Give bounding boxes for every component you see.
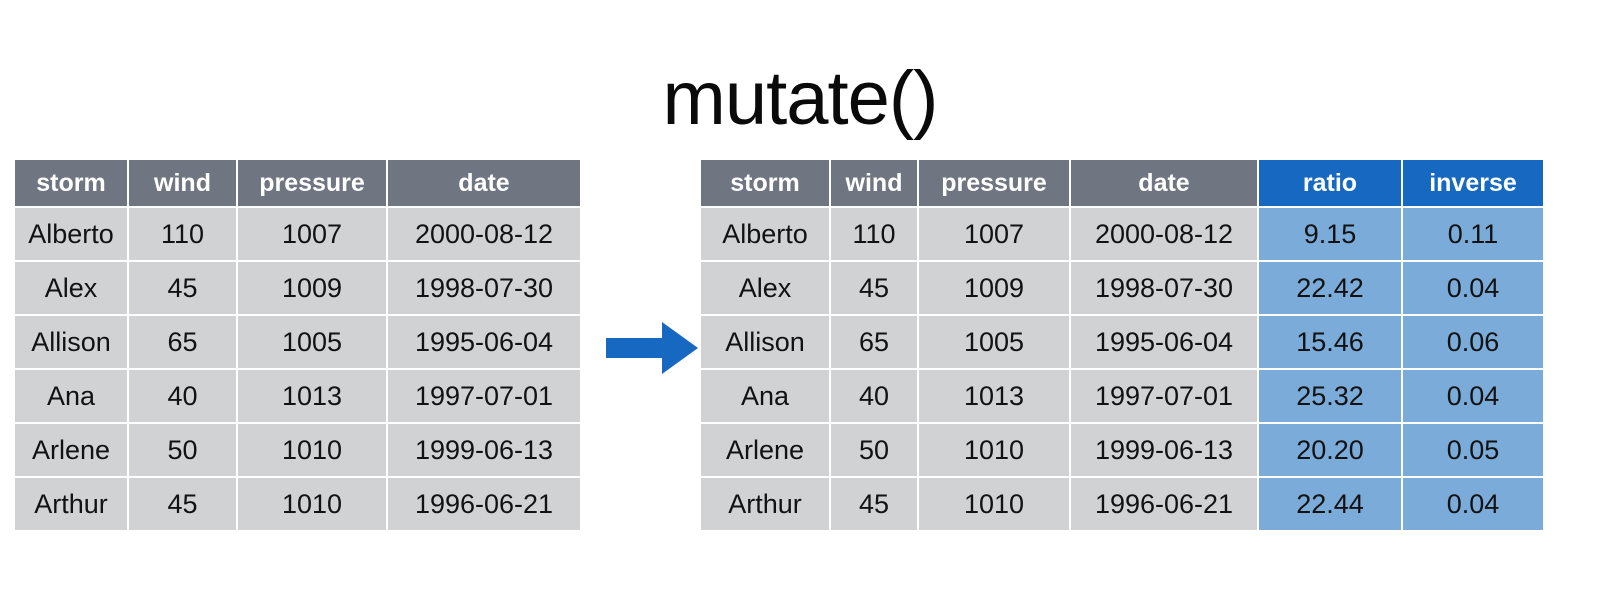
cell-pressure: 1013	[238, 370, 386, 422]
cell-date: 1995-06-04	[388, 316, 580, 368]
cell-pressure: 1007	[919, 208, 1069, 260]
cell-inverse: 0.04	[1403, 262, 1543, 314]
cell-inverse: 0.05	[1403, 424, 1543, 476]
table-row: Allison 65 1005 1995-06-04	[15, 316, 580, 368]
cell-inverse: 0.11	[1403, 208, 1543, 260]
column-header-pressure: pressure	[238, 160, 386, 206]
table-body: Alberto 110 1007 2000-08-12 9.15 0.11 Al…	[701, 208, 1543, 530]
cell-date: 1997-07-01	[1071, 370, 1257, 422]
cell-ratio: 25.32	[1259, 370, 1401, 422]
cell-wind: 45	[129, 262, 236, 314]
cell-date: 1995-06-04	[1071, 316, 1257, 368]
column-header-wind: wind	[831, 160, 917, 206]
cell-wind: 110	[129, 208, 236, 260]
cell-pressure: 1010	[238, 478, 386, 530]
header-row: storm wind pressure date	[15, 160, 580, 206]
cell-pressure: 1013	[919, 370, 1069, 422]
cell-wind: 50	[129, 424, 236, 476]
table-row: Ana 40 1013 1997-07-01 25.32 0.04	[701, 370, 1543, 422]
cell-ratio: 22.42	[1259, 262, 1401, 314]
table-row: Arlene 50 1010 1999-06-13	[15, 424, 580, 476]
cell-storm: Alberto	[701, 208, 829, 260]
header-row: storm wind pressure date ratio inverse	[701, 160, 1543, 206]
cell-storm: Arlene	[701, 424, 829, 476]
cell-ratio: 9.15	[1259, 208, 1401, 260]
cell-wind: 65	[831, 316, 917, 368]
cell-storm: Allison	[15, 316, 127, 368]
cell-pressure: 1005	[919, 316, 1069, 368]
cell-date: 1998-07-30	[388, 262, 580, 314]
cell-wind: 40	[831, 370, 917, 422]
cell-wind: 45	[831, 478, 917, 530]
table-header: storm wind pressure date ratio inverse	[701, 160, 1543, 206]
cell-storm: Ana	[15, 370, 127, 422]
cell-pressure: 1010	[238, 424, 386, 476]
cell-inverse: 0.06	[1403, 316, 1543, 368]
cell-pressure: 1009	[919, 262, 1069, 314]
table-row: Ana 40 1013 1997-07-01	[15, 370, 580, 422]
cell-ratio: 22.44	[1259, 478, 1401, 530]
column-header-ratio: ratio	[1259, 160, 1401, 206]
cell-storm: Ana	[701, 370, 829, 422]
page-title: mutate()	[662, 55, 939, 141]
cell-storm: Alex	[15, 262, 127, 314]
cell-date: 1996-06-21	[388, 478, 580, 530]
arrow-right-icon	[606, 322, 698, 374]
column-header-inverse: inverse	[1403, 160, 1543, 206]
cell-date: 1996-06-21	[1071, 478, 1257, 530]
cell-storm: Arthur	[701, 478, 829, 530]
cell-storm: Alex	[701, 262, 829, 314]
cell-storm: Allison	[701, 316, 829, 368]
cell-date: 1997-07-01	[388, 370, 580, 422]
column-header-storm: storm	[15, 160, 127, 206]
table-row: Alex 45 1009 1998-07-30	[15, 262, 580, 314]
table-row: Alberto 110 1007 2000-08-12	[15, 208, 580, 260]
column-header-date: date	[388, 160, 580, 206]
cell-date: 2000-08-12	[1071, 208, 1257, 260]
table-row: Arthur 45 1010 1996-06-21	[15, 478, 580, 530]
table-row: Allison 65 1005 1995-06-04 15.46 0.06	[701, 316, 1543, 368]
column-header-storm: storm	[701, 160, 829, 206]
table-header: storm wind pressure date	[15, 160, 580, 206]
cell-pressure: 1009	[238, 262, 386, 314]
table-row: Arthur 45 1010 1996-06-21 22.44 0.04	[701, 478, 1543, 530]
cell-pressure: 1005	[238, 316, 386, 368]
table-row: Arlene 50 1010 1999-06-13 20.20 0.05	[701, 424, 1543, 476]
cell-storm: Arthur	[15, 478, 127, 530]
cell-date: 2000-08-12	[388, 208, 580, 260]
cell-ratio: 20.20	[1259, 424, 1401, 476]
cell-storm: Arlene	[15, 424, 127, 476]
cell-ratio: 15.46	[1259, 316, 1401, 368]
column-header-pressure: pressure	[919, 160, 1069, 206]
column-header-date: date	[1071, 160, 1257, 206]
cell-wind: 45	[129, 478, 236, 530]
cell-inverse: 0.04	[1403, 370, 1543, 422]
cell-date: 1999-06-13	[1071, 424, 1257, 476]
mutated-data-table: storm wind pressure date ratio inverse A…	[699, 158, 1545, 532]
cell-pressure: 1010	[919, 424, 1069, 476]
column-header-wind: wind	[129, 160, 236, 206]
cell-pressure: 1007	[238, 208, 386, 260]
cell-wind: 65	[129, 316, 236, 368]
cell-storm: Alberto	[15, 208, 127, 260]
cell-date: 1999-06-13	[388, 424, 580, 476]
table-row: Alex 45 1009 1998-07-30 22.42 0.04	[701, 262, 1543, 314]
table-row: Alberto 110 1007 2000-08-12 9.15 0.11	[701, 208, 1543, 260]
cell-wind: 50	[831, 424, 917, 476]
cell-pressure: 1010	[919, 478, 1069, 530]
original-data-table: storm wind pressure date Alberto 110 100…	[13, 158, 582, 532]
cell-wind: 45	[831, 262, 917, 314]
table-body: Alberto 110 1007 2000-08-12 Alex 45 1009…	[15, 208, 580, 530]
cell-date: 1998-07-30	[1071, 262, 1257, 314]
cell-wind: 40	[129, 370, 236, 422]
cell-wind: 110	[831, 208, 917, 260]
cell-inverse: 0.04	[1403, 478, 1543, 530]
